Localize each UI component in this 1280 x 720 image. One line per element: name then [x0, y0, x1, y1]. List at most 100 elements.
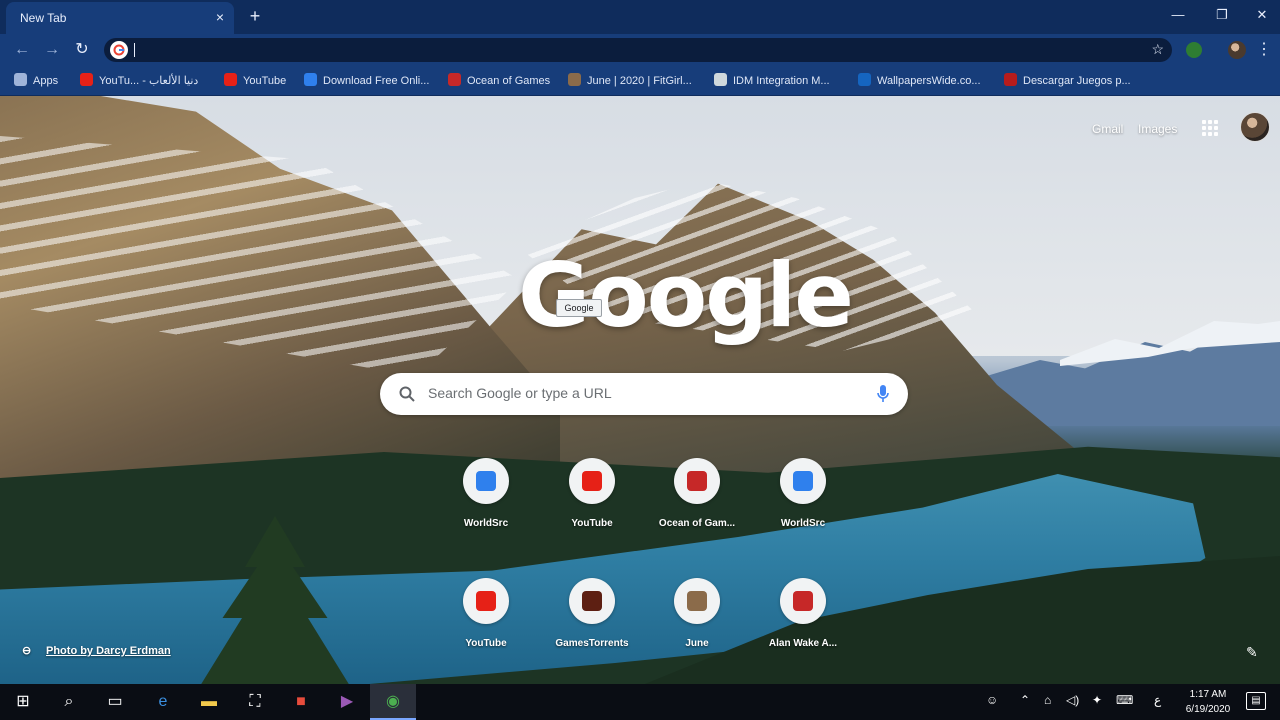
shortcut-icon-circle — [674, 578, 720, 624]
bookmarks-bar: Apps YouTu... - دنيا الألعاب YouTube Dow… — [0, 66, 1280, 96]
forward-button[interactable]: → — [42, 40, 62, 60]
keyboard-icon[interactable]: ⌨ — [1116, 693, 1133, 707]
volume-icon[interactable]: ◁) — [1066, 693, 1079, 707]
shortcut-youtube-2[interactable]: YouTube — [430, 574, 542, 674]
clock-date: 6/19/2020 — [1185, 704, 1231, 715]
new-tab-button[interactable]: + — [244, 5, 266, 27]
chevron-up-icon[interactable]: ⌃ — [1020, 693, 1030, 707]
shortcut-label: WorldSrc — [463, 518, 509, 529]
search-icon[interactable]: ⌕ — [46, 684, 92, 720]
gmail-link[interactable]: Gmail — [1092, 122, 1123, 136]
bookmark-apps[interactable]: Apps — [14, 73, 58, 89]
office-icon[interactable]: ■ — [278, 684, 324, 720]
browser-toolbar: ← → ↻ ☆ ⋮ — [0, 34, 1280, 66]
chrome-icon[interactable]: ◉ — [370, 684, 416, 720]
logo-tooltip: Google — [556, 299, 602, 317]
reload-button[interactable]: ↻ — [72, 40, 92, 60]
shortcut-icon-circle — [569, 578, 615, 624]
back-button[interactable]: ← — [12, 40, 32, 60]
shortcut-icon-circle — [780, 578, 826, 624]
search-placeholder: Search Google or type a URL — [428, 385, 612, 401]
tab-new-tab[interactable]: New Tab × — [6, 2, 234, 34]
youtube-icon — [476, 591, 496, 611]
bookmark-ocean-of-games[interactable]: Ocean of Games — [448, 73, 550, 89]
profile-avatar[interactable] — [1228, 41, 1246, 59]
shortcut-youtube[interactable]: YouTube — [536, 454, 648, 554]
file-explorer-icon[interactable]: ▬ — [186, 684, 232, 720]
media-player-icon[interactable]: ▶ — [324, 684, 370, 720]
search-box[interactable]: Search Google or type a URL — [380, 373, 908, 415]
google-logo[interactable]: Google — [518, 244, 854, 347]
bluetooth-icon[interactable]: ✦ — [1092, 693, 1102, 707]
tab-strip: New Tab × + — ❐ ✕ — [0, 0, 1280, 34]
shortcut-ocean-of-games[interactable]: Ocean of Gam... — [641, 454, 753, 554]
shortcut-icon-circle — [674, 458, 720, 504]
shortcut-label: WorldSrc — [780, 518, 826, 529]
gamestorrents-icon — [582, 591, 602, 611]
bookmark-descargar[interactable]: Descargar Juegos p... — [1004, 73, 1131, 89]
store-icon[interactable]: ⛶ — [232, 684, 278, 720]
youtube-icon — [224, 73, 237, 86]
idm-icon — [714, 73, 727, 86]
shortcut-label: YouTube — [465, 638, 507, 649]
text-cursor — [134, 43, 135, 57]
bookmark-youtube[interactable]: YouTube — [224, 73, 286, 89]
apps-grid-icon — [14, 73, 27, 86]
gamepad-icon — [687, 471, 707, 491]
account-avatar[interactable] — [1240, 112, 1270, 142]
customize-pencil-icon[interactable]: ✎ — [1246, 644, 1266, 664]
gamepad-icon — [793, 591, 813, 611]
extension-icon[interactable] — [1186, 42, 1202, 58]
worldsrc-icon — [793, 471, 813, 491]
search-icon — [399, 386, 415, 402]
shortcut-june[interactable]: June — [641, 574, 753, 674]
shortcut-worldsrc-2[interactable]: WorldSrc — [747, 454, 859, 554]
shortcut-gamestorrents[interactable]: GamesTorrents — [536, 574, 648, 674]
gamepad-icon — [448, 73, 461, 86]
network-icon[interactable]: ⌂ — [1044, 693, 1051, 707]
star-icon[interactable]: ☆ — [1151, 41, 1164, 58]
windows-taskbar: ⊞ ⌕ ▭ e ▬ ⛶ ■ ▶ ◉ ☺ ⌃ ⌂ ◁) ✦ ⌨ ع 1:17 AM… — [0, 684, 1280, 720]
bookmark-youtube-arabic[interactable]: YouTu... - دنيا الألعاب — [80, 73, 198, 89]
shortcut-icon-circle — [780, 458, 826, 504]
shortcut-label: Alan Wake A... — [768, 638, 838, 649]
start-button[interactable]: ⊞ — [0, 684, 46, 720]
menu-icon[interactable]: ⋮ — [1254, 40, 1274, 60]
shortcut-label: YouTube — [571, 518, 613, 529]
minimize-button[interactable]: — — [1166, 5, 1190, 25]
shortcut-worldsrc[interactable]: WorldSrc — [430, 454, 542, 554]
notifications-icon[interactable]: ▤ — [1246, 692, 1266, 710]
close-window-button[interactable]: ✕ — [1250, 5, 1274, 25]
bookmark-idm[interactable]: IDM Integration M... — [714, 73, 830, 89]
close-icon[interactable]: × — [216, 9, 224, 25]
maximize-button[interactable]: ❐ — [1210, 5, 1234, 25]
system-clock[interactable]: 1:17 AM 6/19/2020 — [1172, 687, 1244, 717]
descargar-icon — [1004, 73, 1017, 86]
task-view-icon[interactable]: ▭ — [92, 684, 138, 720]
worldsrc-icon — [476, 471, 496, 491]
language-indicator[interactable]: ع — [1154, 693, 1161, 707]
bookmark-download-free[interactable]: Download Free Onli... — [304, 73, 429, 89]
images-link[interactable]: Images — [1138, 122, 1177, 136]
google-g-icon — [110, 41, 128, 59]
fitgirl-icon — [687, 591, 707, 611]
shortcut-label: GamesTorrents — [555, 638, 629, 649]
tab-title: New Tab — [20, 11, 67, 25]
photo-credit-link[interactable]: ⊖ Photo by Darcy Erdman — [22, 644, 171, 657]
shortcut-icon-circle — [463, 578, 509, 624]
microphone-icon[interactable] — [876, 384, 890, 404]
address-bar[interactable]: ☆ — [104, 38, 1172, 62]
shortcut-icon-circle — [463, 458, 509, 504]
bookmark-wallpaperswide[interactable]: WallpapersWide.co... — [858, 73, 981, 89]
worldsrc-icon — [304, 73, 317, 86]
youtube-icon — [80, 73, 93, 86]
bookmark-fitgirl[interactable]: June | 2020 | FitGirl... — [568, 73, 692, 89]
people-icon[interactable]: ☺ — [986, 693, 998, 707]
clock-time: 1:17 AM — [1189, 689, 1227, 700]
shortcut-alan-wake[interactable]: Alan Wake A... — [747, 574, 859, 674]
link-icon: ⊖ — [22, 645, 32, 657]
edge-icon[interactable]: e — [140, 684, 186, 720]
apps-grid-icon[interactable] — [1202, 120, 1218, 136]
shortcut-label: Ocean of Gam... — [658, 518, 736, 529]
fitgirl-icon — [568, 73, 581, 86]
